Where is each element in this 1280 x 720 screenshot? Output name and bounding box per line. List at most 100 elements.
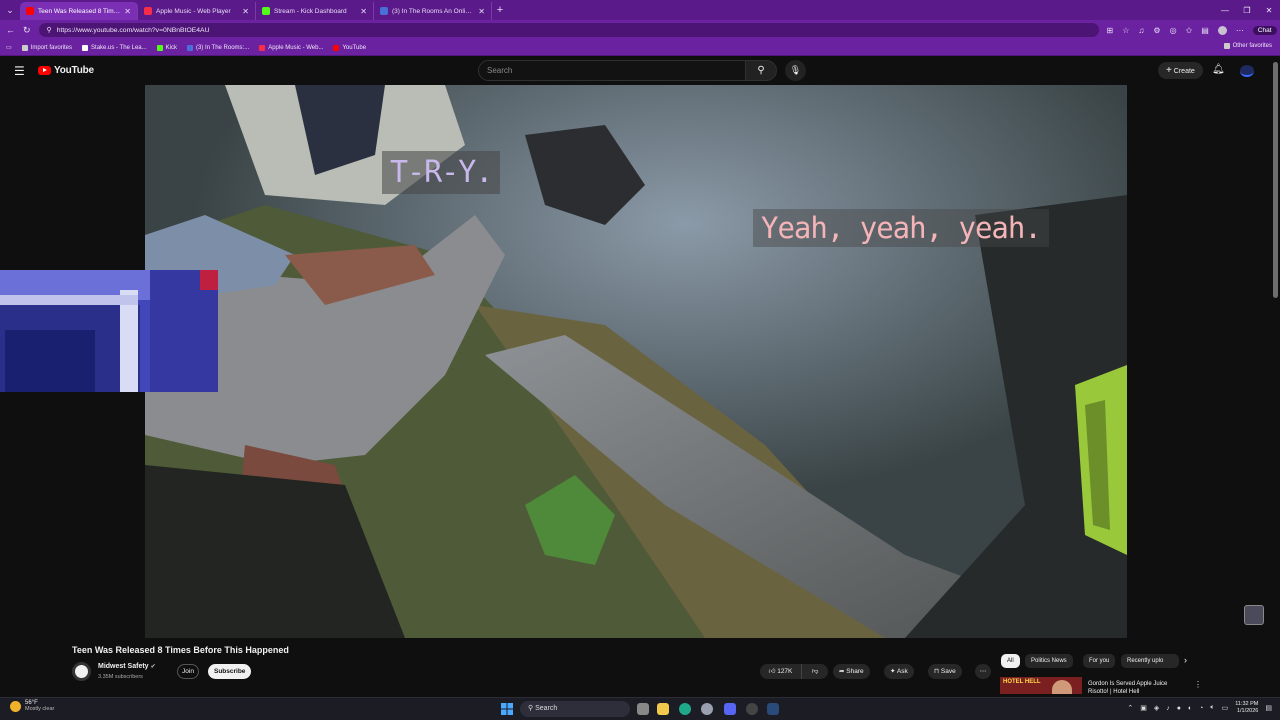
join-button[interactable]: Join xyxy=(177,664,199,679)
menu-icon[interactable]: ☰ xyxy=(14,64,25,78)
battery-icon[interactable]: ▭ xyxy=(1222,704,1229,712)
chevron-right-icon[interactable]: › xyxy=(1184,655,1187,665)
recommended-video-title[interactable]: Gordon Is Served Apple Juice Risotto! | … xyxy=(1088,680,1188,696)
save-button[interactable]: ⊓ Save xyxy=(928,664,962,679)
settings-icon[interactable] xyxy=(701,703,713,715)
close-window-icon[interactable]: ✕ xyxy=(1258,6,1280,15)
account-avatar[interactable] xyxy=(1240,65,1254,77)
taskbar-search[interactable]: ⚲ Search xyxy=(520,701,630,717)
chip-recently-uploaded[interactable]: Recently uplo xyxy=(1121,654,1179,668)
search-input[interactable]: Search xyxy=(478,60,746,81)
url-field[interactable]: ⚲ https://www.youtube.com/watch?v=0NBnBt… xyxy=(38,23,1099,37)
share-button[interactable]: ➦ Share xyxy=(833,664,870,679)
bookmark-kick[interactable]: Kick xyxy=(156,44,177,51)
tab-label: Stream - Kick Dashboard xyxy=(274,7,347,15)
close-tab-icon[interactable]: ✕ xyxy=(478,7,485,16)
close-tab-icon[interactable]: ✕ xyxy=(124,7,131,16)
tab-apple-music[interactable]: Apple Music - Web Player ✕ xyxy=(138,2,256,20)
thumbnail-text: HOTEL HELL xyxy=(1003,679,1041,685)
edge-browser-icon[interactable] xyxy=(679,703,691,715)
weather-widget[interactable]: 56°F Mostly clear xyxy=(10,700,54,712)
channel-name-text: Midwest Safety xyxy=(98,663,149,670)
system-clock[interactable]: 11:32 PM 1/1/2026 xyxy=(1235,701,1258,715)
notification-icon[interactable]: ♫ xyxy=(1138,26,1144,35)
chip-label: All xyxy=(1007,658,1014,664)
video-player[interactable]: T-R-Y. Yeah, yeah, yeah. xyxy=(145,85,1127,638)
verified-icon: ✔ xyxy=(150,664,156,670)
more-actions-button[interactable]: ⋯ xyxy=(975,664,991,679)
collections-icon[interactable]: ▤ xyxy=(1201,26,1209,35)
site-info-icon[interactable]: ⚲ xyxy=(47,26,52,34)
tray-overflow-icon[interactable]: ⌃ xyxy=(1127,704,1133,712)
recommended-video-thumbnail[interactable]: HOTEL HELL xyxy=(1000,677,1082,694)
sidebar-toggle-icon[interactable]: ▭ xyxy=(6,44,12,51)
notification-center-icon[interactable]: ▤ xyxy=(1265,704,1272,712)
weather-description: Mostly clear xyxy=(25,706,55,712)
minimize-icon[interactable]: — xyxy=(1214,6,1236,15)
extensions-icon[interactable]: ⚙ xyxy=(1153,26,1160,35)
ask-button[interactable]: ✦ Ask xyxy=(884,664,914,679)
other-favorites[interactable]: Other favorites xyxy=(1223,43,1272,49)
wifi-icon[interactable]: ◔ xyxy=(1199,705,1203,712)
bookmark-in-the-rooms[interactable]: (3) In The Rooms:... xyxy=(186,44,249,51)
tray-app-icon[interactable]: ● xyxy=(1177,705,1181,712)
tab-kick-dashboard[interactable]: Stream - Kick Dashboard ✕ xyxy=(256,2,374,20)
channel-name[interactable]: Midwest Safety ✔ xyxy=(98,663,156,670)
back-icon[interactable]: ← xyxy=(6,25,15,35)
bookmark-label: Apple Music - Web... xyxy=(268,44,324,51)
volume-icon[interactable]: 🔈︎ xyxy=(1210,704,1214,712)
file-explorer-icon[interactable] xyxy=(657,703,669,715)
bookmark-icon: ⊓ xyxy=(934,668,940,675)
favorites-icon[interactable]: ✩ xyxy=(1186,26,1193,35)
dislike-button[interactable]: 👎︎ xyxy=(802,664,828,679)
like-button[interactable]: 👍︎ 127K xyxy=(760,664,802,679)
tab-in-the-rooms[interactable]: (3) In The Rooms An Online Addic ✕ xyxy=(374,2,492,20)
ask-label: Ask xyxy=(896,668,908,675)
folder-icon xyxy=(21,44,28,51)
restore-icon[interactable]: ❐ xyxy=(1236,6,1258,15)
obs-icon[interactable] xyxy=(746,703,758,715)
channel-avatar[interactable] xyxy=(72,662,91,681)
tray-app-icon[interactable]: ◈ xyxy=(1154,704,1159,712)
tray-app-icon[interactable]: ◐ xyxy=(1188,705,1192,712)
tab-list-icon[interactable]: ⌄ xyxy=(4,5,16,16)
more-options-icon[interactable]: ⋯ xyxy=(1236,26,1244,35)
steam-icon[interactable] xyxy=(767,703,779,715)
webcam-image xyxy=(0,270,218,392)
bookmark-stake[interactable]: Stake.us - The Lea... xyxy=(82,44,147,51)
bookmarks-bar: ▭ Import favorites Stake.us - The Lea...… xyxy=(0,40,1280,56)
tray-app-icon[interactable]: ♪ xyxy=(1166,705,1170,712)
bookmark-apple-music[interactable]: Apple Music - Web... xyxy=(259,44,324,51)
more-vertical-icon[interactable]: ⋮ xyxy=(1194,680,1202,689)
reload-icon[interactable]: ↻ xyxy=(23,25,31,36)
save-label: Save xyxy=(940,668,956,675)
favorite-star-icon[interactable]: ☆ xyxy=(1122,26,1129,35)
channel-watermark-icon[interactable] xyxy=(1244,605,1264,625)
scrollbar-thumb[interactable] xyxy=(1273,62,1278,298)
video-title: Teen Was Released 8 Times Before This Ha… xyxy=(72,645,289,655)
windows-start-icon[interactable] xyxy=(501,703,513,715)
tab-youtube-video[interactable]: Teen Was Released 8 Times B ✕ xyxy=(20,2,138,20)
bookmark-import-favorites[interactable]: Import favorites xyxy=(21,44,72,51)
subscribe-button[interactable]: Subscribe xyxy=(208,664,252,679)
chip-for-you[interactable]: For you xyxy=(1083,654,1116,668)
tray-app-icon[interactable]: ▣ xyxy=(1140,704,1147,712)
close-tab-icon[interactable]: ✕ xyxy=(360,7,367,16)
task-view-icon[interactable] xyxy=(637,703,649,715)
bookmark-youtube[interactable]: YouTube xyxy=(333,44,366,51)
discord-icon[interactable] xyxy=(724,703,736,715)
close-tab-icon[interactable]: ✕ xyxy=(242,7,249,16)
profile-icon[interactable] xyxy=(1217,25,1227,35)
chip-politics-news[interactable]: Politics News xyxy=(1025,654,1073,668)
voice-search-button[interactable]: 🎙︎ xyxy=(785,60,806,81)
notifications-bell-icon[interactable]: 🔔︎ xyxy=(1212,64,1225,75)
refresh-shield-icon[interactable]: ◎ xyxy=(1170,26,1177,35)
create-button[interactable]: + Create xyxy=(1158,62,1203,79)
youtube-logo[interactable]: YouTube xyxy=(38,65,94,76)
chip-all[interactable]: All xyxy=(1001,654,1020,668)
new-tab-icon[interactable]: + xyxy=(492,4,508,16)
copilot-chat-button[interactable]: Chat xyxy=(1252,25,1277,35)
search-button[interactable]: ⚲ xyxy=(745,60,777,81)
app-available-icon[interactable]: ⊞ xyxy=(1107,26,1114,35)
video-caption-top: T-R-Y. xyxy=(382,151,501,194)
